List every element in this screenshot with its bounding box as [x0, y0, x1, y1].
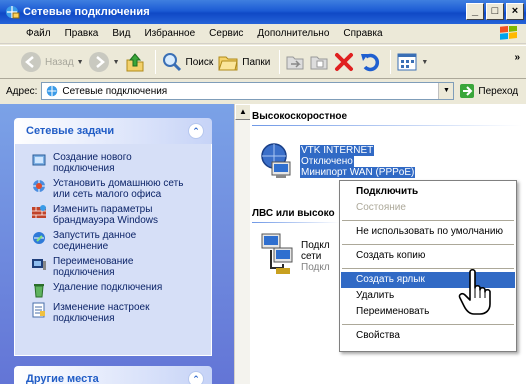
task-pane: Сетевые задачи ⌃ Создание нового подключе… — [0, 104, 234, 384]
move-to-button[interactable] — [285, 48, 305, 76]
network-connections-icon — [47, 85, 58, 97]
copy-to-button[interactable] — [309, 48, 329, 76]
address-dropdown-button[interactable]: ▼ — [438, 83, 454, 99]
new-connection-icon — [32, 154, 46, 166]
scroll-up-arrow-icon[interactable]: ▲ — [235, 104, 251, 120]
task-rename[interactable]: Переименование подключения — [31, 256, 207, 278]
forward-arrow-icon — [88, 52, 109, 72]
folders-button[interactable]: Папки — [217, 48, 270, 76]
delete-x-icon — [335, 53, 354, 71]
up-folder-button[interactable] — [124, 48, 146, 76]
menu-view[interactable]: Вид — [112, 28, 130, 39]
undo-icon — [361, 53, 380, 72]
menu-advanced[interactable]: Дополнительно — [257, 28, 329, 39]
minimize-button[interactable]: _ — [466, 3, 484, 20]
menu-help[interactable]: Справка — [343, 28, 382, 39]
search-icon — [162, 53, 181, 72]
home-network-icon — [33, 180, 45, 192]
delete-icon — [34, 284, 44, 298]
address-field[interactable]: Сетевые подключения ▼ — [41, 82, 455, 100]
address-value: Сетевые подключения — [62, 85, 168, 97]
forward-button[interactable]: ▼ — [88, 48, 120, 76]
back-button[interactable]: Назад ▼ — [20, 48, 84, 76]
copy-to-icon — [310, 56, 328, 70]
menu-item-status[interactable]: Состояние — [341, 200, 515, 216]
folders-icon — [218, 56, 238, 71]
rename-icon — [32, 259, 46, 270]
menu-file[interactable]: Файл — [26, 28, 51, 39]
up-folder-icon — [126, 53, 144, 72]
go-button[interactable]: Переход — [459, 83, 518, 99]
address-bar: Адрес: Сетевые подключения ▼ Переход — [0, 80, 526, 102]
connect-icon — [33, 232, 45, 244]
network-tasks-header[interactable]: Сетевые задачи ⌃ — [14, 118, 212, 144]
title-bar: Сетевые подключения _ □ × — [0, 0, 526, 24]
undo-button[interactable] — [359, 48, 381, 76]
menu-item-create-copy[interactable]: Создать копию — [341, 248, 515, 264]
settings-icon — [32, 302, 45, 318]
vtk-connection-label[interactable]: VTK INTERNET Отключено Минипорт WAN (PPP… — [300, 145, 416, 178]
task-firewall[interactable]: Изменить параметры брандмауэра Windows — [31, 204, 207, 226]
menu-bar: Файл Правка Вид Избранное Сервис Дополни… — [0, 24, 526, 44]
move-to-icon — [286, 56, 304, 70]
delete-button[interactable] — [333, 48, 355, 76]
menu-edit[interactable]: Правка — [65, 28, 99, 39]
task-pane-scrollbar[interactable]: ▲ — [234, 104, 251, 384]
other-places-title: Другие места — [26, 373, 99, 384]
collapse-chevron-icon[interactable]: ⌃ — [188, 123, 204, 139]
task-delete[interactable]: Удаление подключения — [31, 282, 207, 298]
task-change-settings[interactable]: Изменение настроек подключения — [31, 302, 207, 324]
firewall-icon — [32, 205, 46, 218]
views-button[interactable]: ▼ — [396, 48, 428, 76]
chevron-down-icon: ▼ — [76, 58, 84, 66]
close-button[interactable]: × — [506, 3, 524, 20]
network-tasks-body: Создание нового подключения Установить до… — [14, 144, 212, 356]
menu-item-properties[interactable]: Свойства — [341, 328, 515, 344]
context-menu: Подключить Состояние Не использовать по … — [339, 180, 517, 352]
menu-favorites[interactable]: Избранное — [144, 28, 195, 39]
task-home-network[interactable]: Установить домашнюю сеть или сеть малого … — [31, 178, 207, 200]
lan-connection-label[interactable]: Подкл сети Подкл — [301, 240, 330, 273]
vtk-name: VTK INTERNET — [300, 145, 375, 156]
collapse-chevron-icon[interactable]: ⌃ — [188, 371, 204, 384]
lan-connection-icon[interactable] — [256, 232, 300, 280]
maximize-button[interactable]: □ — [486, 3, 504, 20]
group-title-lan: ЛВС или высоко — [252, 208, 335, 219]
chevron-down-icon: ▼ — [421, 58, 429, 66]
other-places-header[interactable]: Другие места ⌃ — [14, 366, 212, 384]
vtk-device: Минипорт WAN (PPPoE) — [300, 167, 416, 178]
toolbar: Назад ▼ ▼ Поиск Папки ▼ — [0, 45, 526, 79]
chevron-down-icon: ▼ — [112, 58, 120, 66]
toolbar-overflow-chevron[interactable]: » — [514, 52, 520, 63]
go-arrow-icon — [460, 84, 475, 98]
views-icon — [397, 53, 417, 71]
hand-cursor-icon — [458, 268, 491, 315]
window-title: Сетевые подключения — [23, 6, 150, 18]
menu-tools[interactable]: Сервис — [209, 28, 243, 39]
back-arrow-icon — [21, 52, 41, 72]
task-start-connection[interactable]: Запустить данное соединение — [31, 230, 207, 252]
windows-logo-icon — [500, 26, 517, 40]
network-connections-icon — [6, 6, 20, 19]
menu-item-not-default[interactable]: Не использовать по умолчанию — [341, 224, 515, 240]
address-label: Адрес: — [6, 85, 38, 97]
search-button[interactable]: Поиск — [161, 48, 213, 76]
task-new-connection[interactable]: Создание нового подключения — [31, 152, 207, 174]
vtk-status: Отключено — [300, 156, 354, 167]
group-title-highspeed: Высокоскоростное — [252, 111, 348, 122]
menu-item-connect[interactable]: Подключить — [341, 184, 515, 200]
pppoe-connection-icon[interactable] — [254, 142, 300, 182]
network-tasks-title: Сетевые задачи — [26, 125, 115, 137]
